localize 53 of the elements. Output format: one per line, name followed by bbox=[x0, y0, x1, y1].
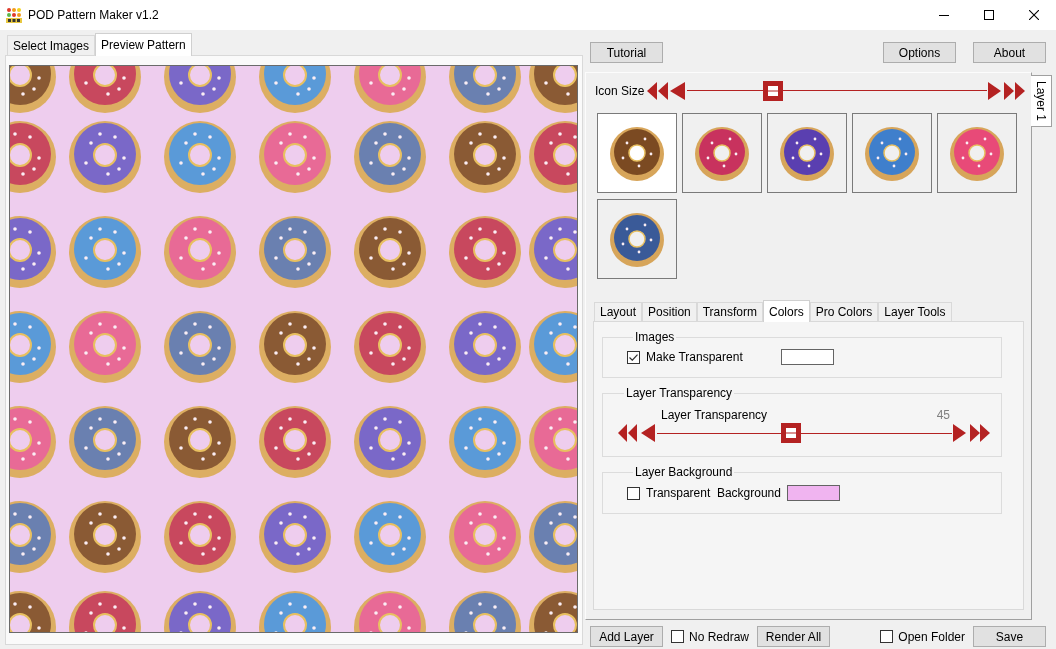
maximize-icon bbox=[983, 10, 994, 20]
image-thumbnail[interactable] bbox=[852, 113, 932, 193]
image-thumbnail[interactable] bbox=[937, 113, 1017, 193]
tab[interactable]: Select Images bbox=[7, 35, 96, 55]
tab[interactable]: Transform bbox=[696, 302, 763, 321]
image-thumbnail[interactable] bbox=[767, 113, 847, 193]
checkbox-label[interactable]: Make Transparent bbox=[646, 350, 775, 364]
tab[interactable]: Position bbox=[642, 302, 697, 321]
color-swatch-icon[interactable] bbox=[786, 485, 840, 501]
checkbox-label[interactable]: Open Folder bbox=[898, 629, 965, 644]
double-right-arrow-icon[interactable] bbox=[970, 424, 990, 442]
checkbox[interactable] bbox=[627, 486, 640, 500]
slider-thumb[interactable] bbox=[762, 80, 783, 101]
left-arrow-icon[interactable] bbox=[641, 424, 655, 442]
checkbox[interactable] bbox=[671, 630, 684, 643]
image-thumbnail[interactable] bbox=[597, 113, 677, 193]
minimize-icon bbox=[938, 14, 949, 16]
tab[interactable]: Preview Pattern bbox=[95, 33, 192, 56]
right-arrow-icon[interactable] bbox=[953, 424, 966, 442]
checkmark-icon bbox=[629, 353, 638, 361]
double-left-arrow-icon[interactable] bbox=[618, 424, 637, 442]
checkbox[interactable] bbox=[627, 350, 640, 364]
double-left-arrow-icon[interactable] bbox=[647, 81, 669, 100]
close-icon bbox=[1028, 10, 1039, 20]
checkbox-label[interactable]: Transparent Background bbox=[646, 486, 781, 500]
tab[interactable]: Pro Colors bbox=[809, 302, 879, 321]
right-arrow-icon[interactable] bbox=[988, 81, 1002, 100]
action-button[interactable]: Render All bbox=[757, 626, 831, 647]
slider-thumb[interactable] bbox=[780, 423, 801, 443]
double-right-arrow-icon[interactable] bbox=[1004, 81, 1026, 100]
left-arrow-icon[interactable] bbox=[670, 81, 686, 100]
slider-label: Icon Size bbox=[595, 83, 645, 98]
group-title: Images bbox=[634, 330, 676, 344]
color-swatch-icon[interactable] bbox=[781, 349, 834, 365]
toolbar-button[interactable]: Tutorial bbox=[590, 42, 663, 63]
tab[interactable]: Layout bbox=[594, 302, 643, 321]
tab[interactable]: Layer 1 bbox=[1031, 75, 1052, 127]
app-icon bbox=[6, 7, 22, 23]
tab[interactable]: Layer Tools bbox=[878, 302, 952, 321]
checkbox-label[interactable]: No Redraw bbox=[689, 629, 750, 644]
slider-label: Layer Transparency bbox=[661, 408, 768, 422]
tab[interactable]: Colors bbox=[762, 300, 810, 322]
action-button[interactable]: Add Layer bbox=[590, 626, 663, 647]
image-thumbnail[interactable] bbox=[597, 199, 677, 279]
slider-value: 45 bbox=[936, 408, 951, 422]
checkbox[interactable] bbox=[880, 630, 894, 643]
action-button[interactable]: Save bbox=[973, 626, 1046, 647]
image-thumbnail[interactable] bbox=[682, 113, 762, 193]
group-title: Layer Transparency bbox=[625, 386, 734, 400]
window-title: POD Pattern Maker v1.2 bbox=[28, 8, 159, 22]
toolbar-button[interactable]: Options bbox=[883, 42, 956, 63]
toolbar-button[interactable]: About bbox=[973, 42, 1046, 63]
group-title: Layer Background bbox=[634, 465, 734, 479]
